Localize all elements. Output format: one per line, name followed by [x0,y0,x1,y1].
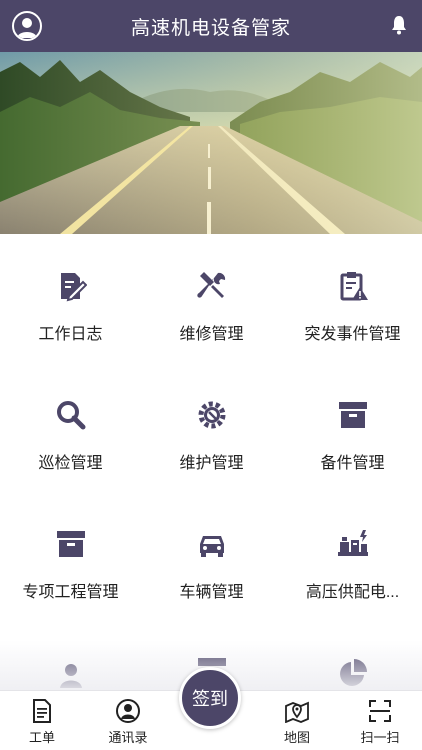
tab-contacts[interactable]: 通讯录 [86,691,170,750]
grid-item-label: 专项工程管理 [22,584,119,601]
grid-item-maintenance[interactable]: 维护管理 [141,363,282,492]
banner-image[interactable] [0,52,422,234]
grid-item-label: 维护管理 [179,455,244,472]
archive-box-icon [338,402,367,428]
tools-icon [196,272,225,298]
grid-item-label: 巡检管理 [38,455,103,472]
grid-item-label: 维修管理 [179,326,244,343]
document-icon [33,699,51,723]
tab-label: 扫一扫 [360,730,400,745]
scan-icon [369,700,391,722]
grid-item-repair[interactable]: 维修管理 [141,234,282,363]
grid-item-emergency[interactable]: 突发事件管理 [282,234,422,363]
grid-item-label: 车辆管理 [179,584,244,601]
sign-in-button[interactable]: 签到 [179,667,241,729]
tab-work-order[interactable]: 工单 [0,691,84,750]
car-icon [199,536,224,557]
grid-item-spare-parts[interactable]: 备件管理 [282,363,422,492]
grid-item-label: 备件管理 [320,455,385,472]
grid-item-inspection[interactable]: 巡检管理 [0,363,141,492]
gear-wrench-icon [198,401,225,429]
map-pin-icon [285,701,309,723]
power-equipment-icon [337,530,368,556]
function-grid: 工作日志 维修管理 突发事件管理 巡检管理 维护管理 备件管理 专项工程管理 车… [0,234,422,690]
grid-item-label: 突发事件管理 [304,326,401,343]
contact-avatar-icon [116,699,140,723]
archive-box-icon [56,531,85,557]
page-title: 高速机电设备管家 [130,17,291,39]
app-header: 高速机电设备管家 [0,0,422,52]
user-avatar-icon[interactable] [12,11,42,41]
edit-document-icon [60,273,87,302]
grid-item-work-log[interactable]: 工作日志 [0,234,141,363]
clipboard-warning-icon [340,272,368,301]
tab-scan[interactable]: 扫一扫 [338,691,422,750]
grid-item-power-supply[interactable]: 高压供配电... [282,492,422,621]
tab-label: 工单 [28,730,55,745]
magnifier-icon [56,401,85,430]
tab-label: 通讯录 [108,730,148,745]
tab-label: 地图 [283,730,310,745]
grid-item-special-project[interactable]: 专项工程管理 [0,492,141,621]
grid-item-vehicle[interactable]: 车辆管理 [141,492,282,621]
bell-icon[interactable] [390,15,408,35]
grid-item-label: 工作日志 [38,326,103,343]
grid-item-label: 高压供配电... [305,584,400,601]
tab-map[interactable]: 地图 [255,691,339,750]
